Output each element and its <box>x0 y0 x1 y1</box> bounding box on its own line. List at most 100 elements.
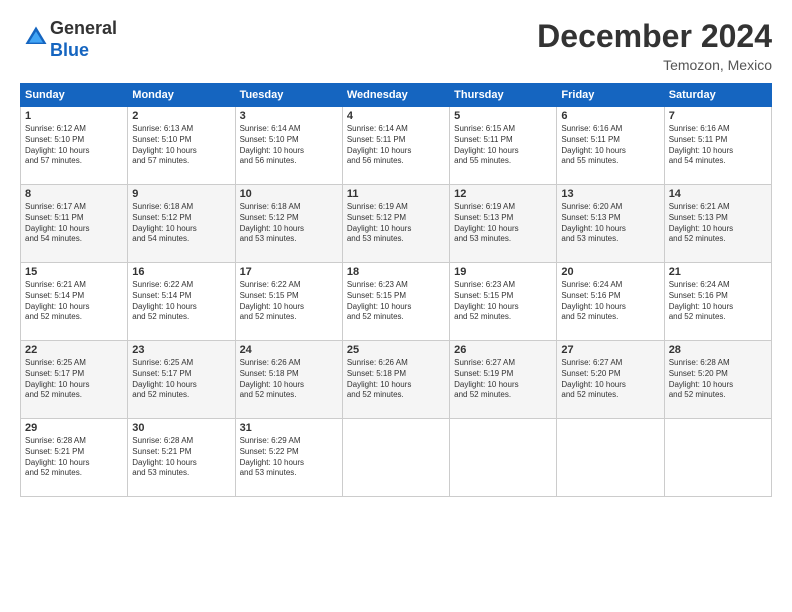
table-row: 12 Sunrise: 6:19 AM Sunset: 5:13 PM Dayli… <box>450 185 557 263</box>
day-info: Sunrise: 6:21 AM Sunset: 5:13 PM Dayligh… <box>669 202 767 245</box>
month-title: December 2024 <box>537 18 772 55</box>
day-number: 5 <box>454 110 552 122</box>
logo-blue: Blue <box>50 40 89 60</box>
table-row: 17 Sunrise: 6:22 AM Sunset: 5:15 PM Dayli… <box>235 263 342 341</box>
table-row: 25Sunrise: 6:26 AM Sunset: 5:18 PM Dayli… <box>342 341 449 419</box>
day-number: 31 <box>240 422 338 434</box>
table-row: 7 Sunrise: 6:16 AM Sunset: 5:11 PM Daylig… <box>664 107 771 185</box>
day-info: Sunrise: 6:28 AM Sunset: 5:20 PM Dayligh… <box>669 358 767 401</box>
day-info: Sunrise: 6:29 AM Sunset: 5:22 PM Dayligh… <box>240 436 338 479</box>
day-number: 30 <box>132 422 230 434</box>
table-row <box>342 419 449 497</box>
logo-general: General <box>50 18 117 38</box>
table-row: 15Sunrise: 6:21 AM Sunset: 5:14 PM Dayli… <box>21 263 128 341</box>
day-number: 27 <box>561 344 659 356</box>
logo: General Blue <box>20 18 117 61</box>
table-row: 29 Sunrise: 6:28 AM Sunset: 5:21 PM Dayli… <box>21 419 128 497</box>
day-info: Sunrise: 6:19 AM Sunset: 5:13 PM Dayligh… <box>454 202 552 245</box>
day-number: 19 <box>454 266 552 278</box>
table-row: 11 Sunrise: 6:19 AM Sunset: 5:12 PM Dayli… <box>342 185 449 263</box>
table-row: 30 Sunrise: 6:28 AM Sunset: 5:21 PM Dayli… <box>128 419 235 497</box>
table-row: 5 Sunrise: 6:15 AM Sunset: 5:11 PM Daylig… <box>450 107 557 185</box>
table-row <box>664 419 771 497</box>
day-number: 18 <box>347 266 445 278</box>
table-row <box>557 419 664 497</box>
calendar: Sunday Monday Tuesday Wednesday Thursday… <box>20 83 772 497</box>
day-number: 8 <box>25 188 123 200</box>
day-number: 6 <box>561 110 659 122</box>
table-row: 22Sunrise: 6:25 AM Sunset: 5:17 PM Dayli… <box>21 341 128 419</box>
day-number: 15 <box>25 266 123 278</box>
day-number: 3 <box>240 110 338 122</box>
table-row: 31 Sunrise: 6:29 AM Sunset: 5:22 PM Dayli… <box>235 419 342 497</box>
day-number: 2 <box>132 110 230 122</box>
calendar-header-row: Sunday Monday Tuesday Wednesday Thursday… <box>21 84 772 107</box>
day-number: 24 <box>240 344 338 356</box>
day-number: 13 <box>561 188 659 200</box>
day-info: Sunrise: 6:14 AM Sunset: 5:11 PM Dayligh… <box>347 124 445 167</box>
day-info: Sunrise: 6:13 AM Sunset: 5:10 PM Dayligh… <box>132 124 230 167</box>
day-number: 12 <box>454 188 552 200</box>
day-number: 1 <box>25 110 123 122</box>
day-number: 29 <box>25 422 123 434</box>
day-info: Sunrise: 6:15 AM Sunset: 5:11 PM Dayligh… <box>454 124 552 167</box>
table-row: 13 Sunrise: 6:20 AM Sunset: 5:13 PM Dayli… <box>557 185 664 263</box>
day-info: Sunrise: 6:18 AM Sunset: 5:12 PM Dayligh… <box>132 202 230 245</box>
day-number: 23 <box>132 344 230 356</box>
col-sunday: Sunday <box>21 84 128 107</box>
day-number: 17 <box>240 266 338 278</box>
calendar-week-row: 8 Sunrise: 6:17 AM Sunset: 5:11 PM Daylig… <box>21 185 772 263</box>
day-info: Sunrise: 6:28 AM Sunset: 5:21 PM Dayligh… <box>132 436 230 479</box>
calendar-week-row: 15Sunrise: 6:21 AM Sunset: 5:14 PM Dayli… <box>21 263 772 341</box>
day-info: Sunrise: 6:23 AM Sunset: 5:15 PM Dayligh… <box>454 280 552 323</box>
table-row <box>450 419 557 497</box>
day-info: Sunrise: 6:25 AM Sunset: 5:17 PM Dayligh… <box>25 358 123 401</box>
table-row: 27 Sunrise: 6:27 AM Sunset: 5:20 PM Dayli… <box>557 341 664 419</box>
table-row: 16Sunrise: 6:22 AM Sunset: 5:14 PM Dayli… <box>128 263 235 341</box>
day-info: Sunrise: 6:26 AM Sunset: 5:18 PM Dayligh… <box>240 358 338 401</box>
table-row: 19 Sunrise: 6:23 AM Sunset: 5:15 PM Dayli… <box>450 263 557 341</box>
table-row: 26 Sunrise: 6:27 AM Sunset: 5:19 PM Dayli… <box>450 341 557 419</box>
day-info: Sunrise: 6:12 AM Sunset: 5:10 PM Dayligh… <box>25 124 123 167</box>
day-number: 9 <box>132 188 230 200</box>
calendar-week-row: 22Sunrise: 6:25 AM Sunset: 5:17 PM Dayli… <box>21 341 772 419</box>
day-info: Sunrise: 6:17 AM Sunset: 5:11 PM Dayligh… <box>25 202 123 245</box>
table-row: 18 Sunrise: 6:23 AM Sunset: 5:15 PM Dayli… <box>342 263 449 341</box>
day-info: Sunrise: 6:25 AM Sunset: 5:17 PM Dayligh… <box>132 358 230 401</box>
day-info: Sunrise: 6:28 AM Sunset: 5:21 PM Dayligh… <box>25 436 123 479</box>
table-row: 24 Sunrise: 6:26 AM Sunset: 5:18 PM Dayli… <box>235 341 342 419</box>
col-thursday: Thursday <box>450 84 557 107</box>
day-number: 20 <box>561 266 659 278</box>
location-title: Temozon, Mexico <box>537 57 772 73</box>
day-info: Sunrise: 6:19 AM Sunset: 5:12 PM Dayligh… <box>347 202 445 245</box>
day-number: 26 <box>454 344 552 356</box>
col-saturday: Saturday <box>664 84 771 107</box>
day-info: Sunrise: 6:14 AM Sunset: 5:10 PM Dayligh… <box>240 124 338 167</box>
page: General Blue December 2024 Temozon, Mexi… <box>0 0 792 612</box>
day-number: 21 <box>669 266 767 278</box>
day-number: 25 <box>347 344 445 356</box>
col-monday: Monday <box>128 84 235 107</box>
day-info: Sunrise: 6:23 AM Sunset: 5:15 PM Dayligh… <box>347 280 445 323</box>
day-info: Sunrise: 6:27 AM Sunset: 5:20 PM Dayligh… <box>561 358 659 401</box>
table-row: 9 Sunrise: 6:18 AM Sunset: 5:12 PM Daylig… <box>128 185 235 263</box>
day-number: 14 <box>669 188 767 200</box>
day-info: Sunrise: 6:22 AM Sunset: 5:14 PM Dayligh… <box>132 280 230 323</box>
day-info: Sunrise: 6:27 AM Sunset: 5:19 PM Dayligh… <box>454 358 552 401</box>
day-info: Sunrise: 6:24 AM Sunset: 5:16 PM Dayligh… <box>561 280 659 323</box>
day-info: Sunrise: 6:20 AM Sunset: 5:13 PM Dayligh… <box>561 202 659 245</box>
day-number: 7 <box>669 110 767 122</box>
day-number: 11 <box>347 188 445 200</box>
table-row: 3 Sunrise: 6:14 AM Sunset: 5:10 PM Daylig… <box>235 107 342 185</box>
table-row: 6 Sunrise: 6:16 AM Sunset: 5:11 PM Daylig… <box>557 107 664 185</box>
table-row: 21Sunrise: 6:24 AM Sunset: 5:16 PM Dayli… <box>664 263 771 341</box>
day-info: Sunrise: 6:16 AM Sunset: 5:11 PM Dayligh… <box>561 124 659 167</box>
col-friday: Friday <box>557 84 664 107</box>
day-info: Sunrise: 6:16 AM Sunset: 5:11 PM Dayligh… <box>669 124 767 167</box>
day-info: Sunrise: 6:22 AM Sunset: 5:15 PM Dayligh… <box>240 280 338 323</box>
logo-icon <box>22 23 50 51</box>
title-section: December 2024 Temozon, Mexico <box>537 18 772 73</box>
calendar-week-row: 1 Sunrise: 6:12 AM Sunset: 5:10 PM Daylig… <box>21 107 772 185</box>
logo-text: General Blue <box>50 18 117 61</box>
table-row: 2 Sunrise: 6:13 AM Sunset: 5:10 PM Daylig… <box>128 107 235 185</box>
